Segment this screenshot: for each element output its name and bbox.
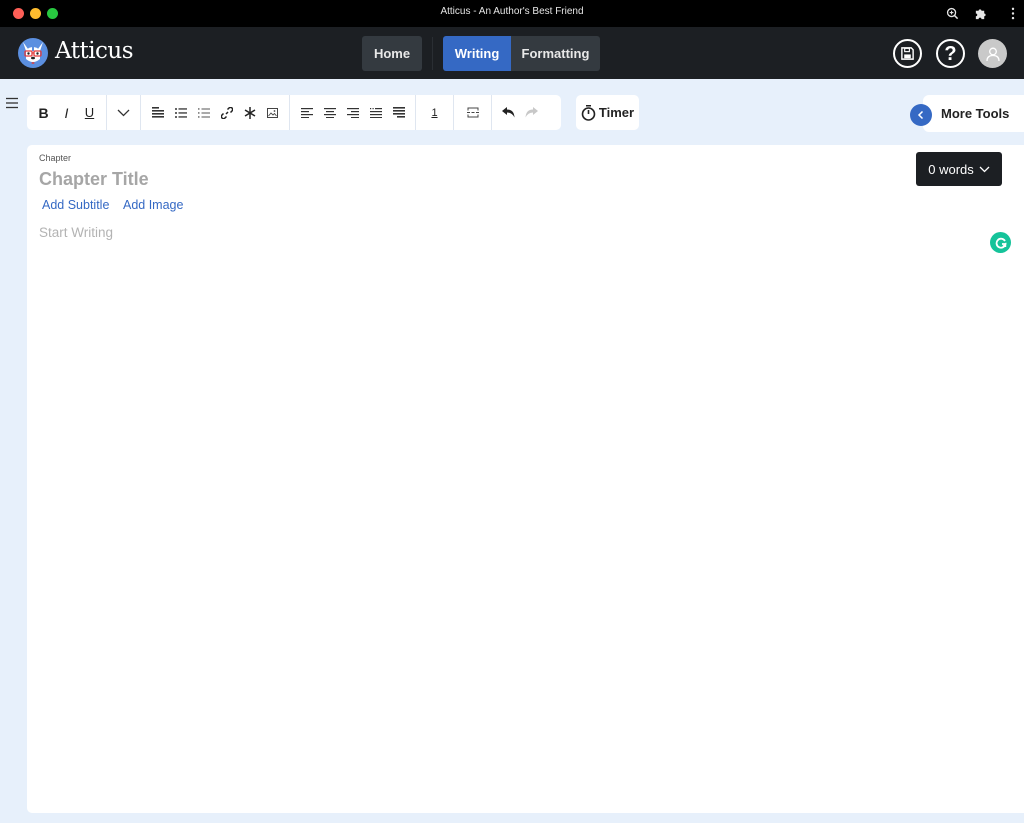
save-button[interactable] [893,39,922,68]
nav-formatting-tab[interactable]: Formatting [511,36,600,71]
extension-icon[interactable] [971,4,989,22]
bold-button[interactable]: B [32,100,55,126]
hamburger-icon [6,97,18,109]
editor-toolbar: B I U 1 [27,95,561,130]
add-subtitle-link[interactable]: Add Subtitle [42,198,109,212]
add-image-link[interactable]: Add Image [123,198,183,212]
alignment-group [290,95,416,130]
underline-icon: U [84,105,95,120]
italic-button[interactable]: I [55,100,78,126]
text-style-group: B I U [27,95,107,130]
link-icon [220,106,233,119]
redo-icon [525,107,538,118]
word-count-dropdown[interactable]: 0 words [916,152,1002,186]
block-group [141,95,290,130]
editor-body-input[interactable]: Start Writing [39,225,113,240]
footnote-button[interactable]: 1 [423,100,446,126]
image-icon [267,107,278,118]
footnote-icon: 1 [431,106,438,119]
numbered-list-button[interactable] [192,100,215,126]
help-button[interactable]: ? [936,39,965,68]
history-group [492,95,548,130]
bullet-list-button[interactable] [169,100,192,126]
underline-button[interactable]: U [78,100,101,126]
align-left-icon [300,107,313,118]
italic-icon: I [64,104,69,121]
window-titlebar: Atticus - An Author's Best Friend [0,0,1024,27]
bold-icon: B [38,104,49,121]
timer-label: Timer [598,105,635,120]
window-title: Atticus - An Author's Best Friend [440,6,584,17]
chevron-left-icon [917,110,924,120]
undo-icon [502,107,515,118]
chevron-down-icon [979,166,990,172]
stopwatch-icon [581,104,596,121]
indent-icon [369,107,382,118]
align-center-icon [323,107,336,118]
more-tools-label: More Tools [941,106,1010,121]
redo-button[interactable] [520,100,543,126]
sidebar-toggle-button[interactable] [5,96,19,110]
zoom-icon[interactable] [943,4,961,22]
footnote-group: 1 [416,95,454,130]
indent-button[interactable] [364,100,387,126]
nav-divider [432,37,433,70]
help-icon: ? [944,42,957,65]
save-icon [901,47,914,60]
page-break-icon [466,107,479,118]
align-right-button[interactable] [341,100,364,126]
heading-icon [151,107,164,118]
more-tools-toggle[interactable] [910,104,932,126]
more-tools-button[interactable]: More Tools [923,95,1024,132]
link-button[interactable] [215,100,238,126]
asterisk-button[interactable] [238,100,261,126]
numbered-list-icon [197,107,210,118]
chevron-down-icon [117,109,130,116]
heading-button[interactable] [146,100,169,126]
page-break-group [454,95,492,130]
grammarly-button[interactable] [990,232,1011,253]
more-vertical-icon[interactable] [1004,4,1022,22]
chapter-type-label: Chapter [39,153,72,163]
undo-button[interactable] [497,100,520,126]
nav-home-button[interactable]: Home [362,36,422,71]
asterisk-icon [244,106,255,119]
chapter-title-input[interactable]: Chapter Title [39,169,149,190]
user-avatar-button[interactable] [978,39,1007,68]
user-icon [985,47,1000,61]
more-format-group [107,95,141,130]
nav-writing-tab[interactable]: Writing [443,36,511,71]
align-center-button[interactable] [318,100,341,126]
align-left-button[interactable] [295,100,318,126]
app-header: Atticus Home Writing Formatting ? [0,27,1024,79]
brand-name: Atticus [55,38,134,64]
editor-panel[interactable]: Chapter Chapter Title Add Subtitle Add I… [27,145,1024,813]
image-button[interactable] [261,100,284,126]
grammarly-icon [995,237,1007,249]
word-count-label: 0 words [928,161,974,177]
justify-button[interactable] [387,100,410,126]
align-right-icon [346,107,359,118]
page-break-button[interactable] [461,100,484,126]
atticus-logo-icon[interactable] [17,37,49,69]
justify-icon [392,107,405,118]
bullet-list-icon [174,107,187,118]
timer-button[interactable]: Timer [576,95,639,130]
more-format-dropdown[interactable] [112,100,135,126]
